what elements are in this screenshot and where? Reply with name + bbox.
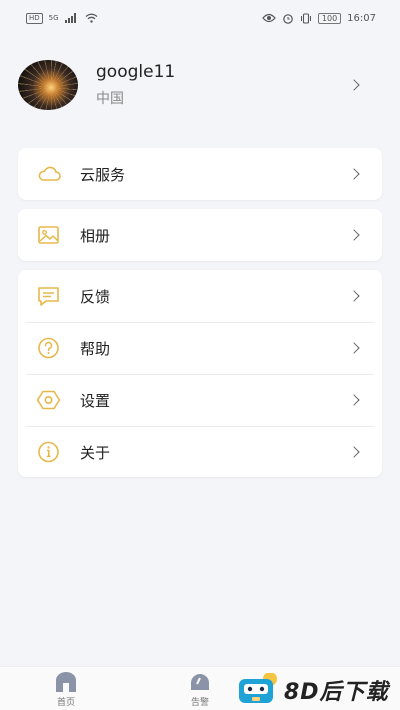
cloud-icon xyxy=(38,166,61,181)
menu-item-label: 设置 xyxy=(80,391,111,410)
chevron-right-icon xyxy=(348,342,360,354)
menu-item-help[interactable]: 帮助 xyxy=(18,322,382,374)
menu-item-label: 云服务 xyxy=(80,165,126,184)
clock-time: 16:07 xyxy=(347,12,376,24)
alarm-icon xyxy=(191,674,209,690)
eye-icon xyxy=(262,13,276,23)
alarm-clock-icon xyxy=(283,13,293,24)
menu-item-label: 反馈 xyxy=(80,287,111,306)
menu-card-cloud: 云服务 xyxy=(18,148,382,200)
photo-album-icon xyxy=(38,226,59,244)
menu-item-feedback[interactable]: 反馈 xyxy=(18,270,382,322)
profile-header[interactable]: google11 中国 xyxy=(0,44,400,126)
chevron-right-icon xyxy=(348,446,360,458)
nav-item-home[interactable]: 首页 xyxy=(36,671,96,708)
feedback-icon xyxy=(38,287,59,306)
menu-item-label: 帮助 xyxy=(80,339,111,358)
nav-label: 告警 xyxy=(190,698,209,708)
menu-item-photo-album[interactable]: 相册 xyxy=(18,209,382,261)
menu-card-general: 反馈 帮助 设置 关于 xyxy=(18,270,382,477)
wifi-icon xyxy=(85,13,97,23)
help-icon xyxy=(38,337,59,359)
nav-item-alarm[interactable]: 告警 xyxy=(170,671,230,708)
menu-card-album: 相册 xyxy=(18,209,382,261)
vibrate-icon xyxy=(300,12,311,24)
chevron-right-icon xyxy=(348,168,360,180)
status-left: HD 5G xyxy=(26,12,98,24)
menu-item-settings[interactable]: 设置 xyxy=(18,374,382,426)
avatar[interactable] xyxy=(18,60,78,110)
network-type: 5G xyxy=(48,14,59,22)
menu-item-cloud-service[interactable]: 云服务 xyxy=(18,148,382,200)
chevron-right-icon xyxy=(348,290,360,302)
status-right: 100 16:07 xyxy=(262,12,376,24)
signal-icon xyxy=(64,13,76,23)
menu-item-about[interactable]: 关于 xyxy=(18,426,382,478)
watermark: 8D后下载 xyxy=(236,670,400,710)
profile-name: google11 xyxy=(96,62,176,82)
profile-region: 中国 xyxy=(96,91,124,107)
chevron-right-icon xyxy=(348,229,360,241)
watermark-logo-icon xyxy=(239,673,277,703)
info-icon xyxy=(38,441,59,463)
nav-label: 首页 xyxy=(56,698,75,708)
chevron-right-icon xyxy=(348,394,360,406)
home-icon xyxy=(56,672,76,692)
watermark-text: 8D后下载 xyxy=(284,680,389,705)
status-bar: HD 5G 100 16:07 xyxy=(0,0,400,36)
chevron-right-icon xyxy=(348,79,360,91)
battery-level: 100 xyxy=(317,12,342,24)
hd-badge: HD xyxy=(26,12,43,24)
menu-item-label: 相册 xyxy=(80,226,111,245)
settings-icon xyxy=(36,390,61,410)
menu-item-label: 关于 xyxy=(80,443,111,462)
